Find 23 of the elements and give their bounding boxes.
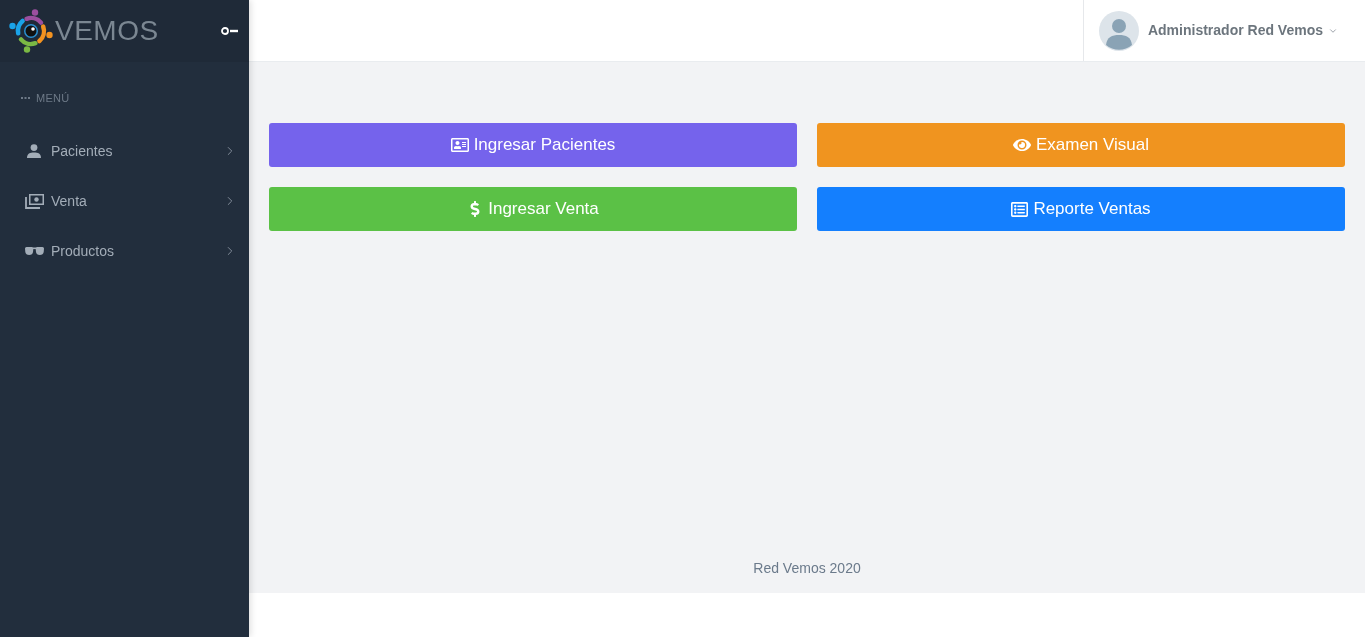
- sidebar-toggle[interactable]: [221, 27, 238, 35]
- id-card-icon: [450, 136, 469, 154]
- sidebar-menu-item[interactable]: Pacientes: [0, 126, 249, 176]
- user-name: Administrador Red Vemos: [1147, 21, 1323, 40]
- sidebar-menu-item[interactable]: Productos: [0, 226, 249, 276]
- action-button[interactable]: Reporte Ventas: [817, 187, 1345, 231]
- person-icon: [27, 144, 41, 158]
- logo-icon: [9, 9, 53, 53]
- menu-item-label: Pacientes: [51, 141, 113, 161]
- toggle-icon: [221, 27, 238, 35]
- brand-name: VEMOS: [55, 17, 159, 45]
- menu-section-label: MENÚ: [36, 91, 70, 106]
- eye-icon: [1012, 136, 1031, 154]
- sidebar-menu-item[interactable]: Venta: [0, 176, 249, 226]
- menu-item-label: Productos: [51, 241, 115, 261]
- action-button[interactable]: Ingresar Pacientes: [269, 123, 797, 167]
- menu-item-label: Venta: [51, 191, 87, 211]
- avatar-icon: [1098, 10, 1139, 51]
- footer-text: Red Vemos 2020: [753, 559, 861, 578]
- sunglasses-icon: [24, 247, 44, 255]
- money-icon: [24, 193, 44, 209]
- user-menu[interactable]: Administrador Red Vemos: [1082, 0, 1365, 61]
- list-icon: [1011, 200, 1029, 218]
